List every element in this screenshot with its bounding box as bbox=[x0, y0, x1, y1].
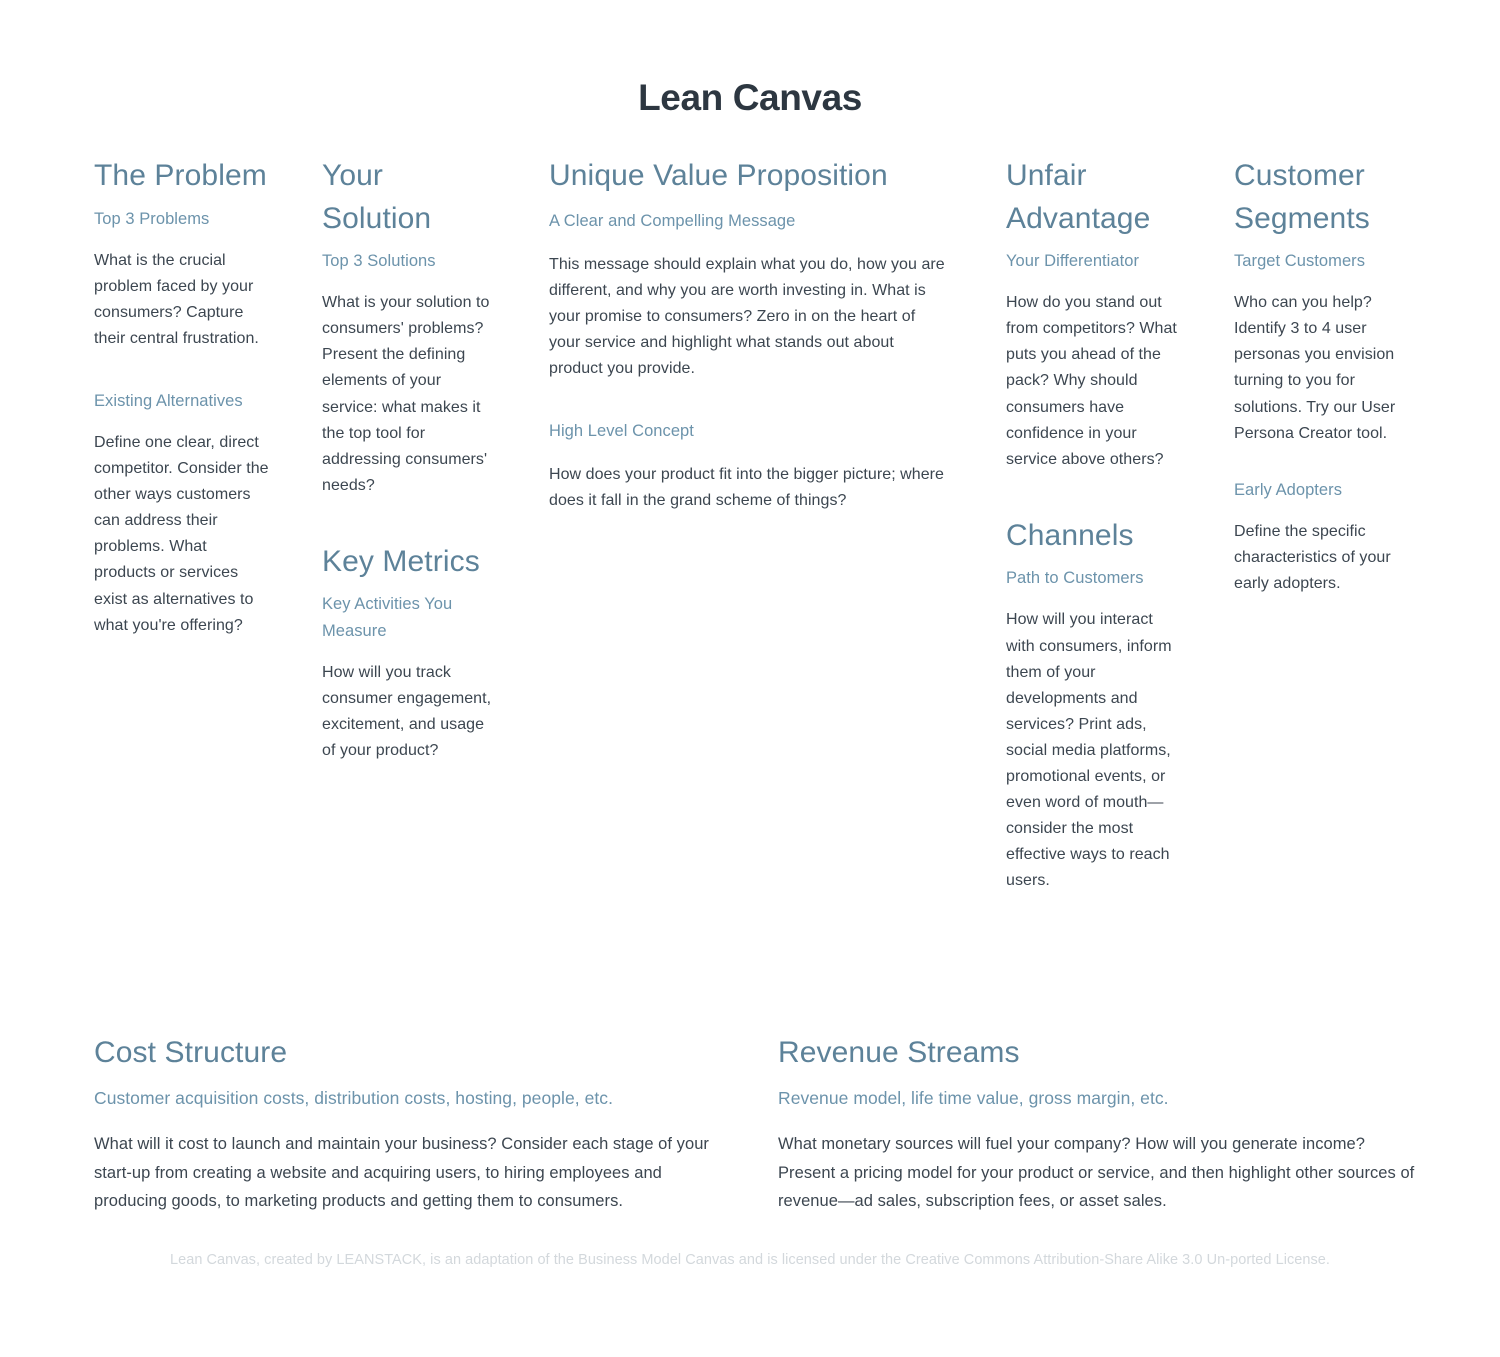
block-subtitle-cost-structure: Customer acquisition costs, distribution… bbox=[94, 1087, 613, 1108]
block-body-channels: How will you interact with consumers, in… bbox=[1006, 611, 1172, 890]
block-key-metrics: Key Metrics Key Activities You Measure H… bbox=[322, 541, 494, 764]
block-body-early-adopters: Define the specific characteristics of y… bbox=[1234, 522, 1391, 592]
block-revenue-streams: Revenue Streams Revenue model, life time… bbox=[778, 1032, 1426, 1215]
footer-license-note: Lean Canvas, created by LEANSTACK, is an… bbox=[169, 1252, 1330, 1268]
block-subtitle-revenue-streams: Revenue model, life time value, gross ma… bbox=[778, 1087, 1169, 1108]
block-subtitle-target-customers: Target Customers bbox=[1234, 252, 1366, 271]
block-title-customer-segments: Customer Segments bbox=[1234, 159, 1370, 235]
block-title-the-problem: The Problem bbox=[94, 159, 267, 192]
block-subtitle-key-activities: Key Activities You Measure bbox=[322, 595, 453, 640]
block-body-unfair-advantage: How do you stand out from competitors? W… bbox=[1006, 294, 1177, 468]
block-your-solution: Your Solution Top 3 Solutions What is yo… bbox=[322, 155, 494, 764]
block-unfair-advantage: Unfair Advantage Your Differentiator How… bbox=[1006, 155, 1178, 894]
block-title-unfair-advantage: Unfair Advantage bbox=[1006, 159, 1151, 235]
block-title-channels: Channels bbox=[1006, 518, 1134, 552]
block-existing-alternatives: Existing Alternatives Define one clear, … bbox=[94, 388, 269, 639]
block-subtitle-early-adopters: Early Adopters bbox=[1234, 480, 1343, 499]
block-title-cost-structure: Cost Structure bbox=[94, 1036, 288, 1069]
block-body-unique-value-proposition: This message should explain what you do,… bbox=[549, 255, 945, 377]
block-the-problem: The Problem Top 3 Problems What is the c… bbox=[94, 155, 269, 639]
block-cost-structure: Cost Structure Customer acquisition cost… bbox=[94, 1032, 734, 1215]
block-title-revenue-streams: Revenue Streams bbox=[778, 1036, 1020, 1069]
block-body-target-customers: Who can you help? Identify 3 to 4 user p… bbox=[1234, 294, 1396, 442]
block-channels: Channels Path to Customers How will you … bbox=[1006, 515, 1178, 895]
block-subtitle-existing-alternatives: Existing Alternatives bbox=[94, 391, 243, 410]
block-body-cost-structure: What will it cost to launch and maintain… bbox=[94, 1135, 709, 1210]
block-customer-segments: Customer Segments Target Customers Who c… bbox=[1234, 155, 1406, 597]
block-title-key-metrics: Key Metrics bbox=[322, 544, 480, 578]
block-subtitle-top-3-problems: Top 3 Problems bbox=[94, 209, 210, 228]
block-body-key-metrics: How will you track consumer engagement, … bbox=[322, 663, 492, 759]
block-subtitle-path-to-customers: Path to Customers bbox=[1006, 569, 1144, 588]
block-subtitle-clear-compelling-message: A Clear and Compelling Message bbox=[549, 211, 796, 230]
block-body-top-3-solutions: What is your solution to consumers' prob… bbox=[322, 294, 490, 494]
block-body-revenue-streams: What monetary sources will fuel your com… bbox=[778, 1135, 1415, 1210]
block-title-unique-value-proposition: Unique Value Proposition bbox=[549, 159, 888, 192]
page-title: Lean Canvas bbox=[638, 76, 862, 118]
block-early-adopters: Early Adopters Define the specific chara… bbox=[1234, 477, 1406, 597]
block-body-high-level-concept: How does your product fit into the bigge… bbox=[549, 466, 945, 510]
block-body-existing-alternatives: Define one clear, direct competitor. Con… bbox=[94, 434, 269, 634]
block-title-your-solution: Your Solution bbox=[322, 159, 432, 235]
block-high-level-concept: High Level Concept How does your product… bbox=[549, 418, 949, 514]
lean-canvas-page: Lean Canvas The Problem Top 3 Problems W… bbox=[0, 0, 1500, 1357]
block-body-top-3-problems: What is the crucial problem faced by you… bbox=[94, 251, 259, 347]
block-unique-value-proposition: Unique Value Proposition A Clear and Com… bbox=[549, 155, 949, 514]
block-subtitle-your-differentiator: Your Differentiator bbox=[1006, 252, 1140, 271]
block-subtitle-high-level-concept: High Level Concept bbox=[549, 422, 694, 441]
block-subtitle-top-3-solutions: Top 3 Solutions bbox=[322, 252, 436, 271]
